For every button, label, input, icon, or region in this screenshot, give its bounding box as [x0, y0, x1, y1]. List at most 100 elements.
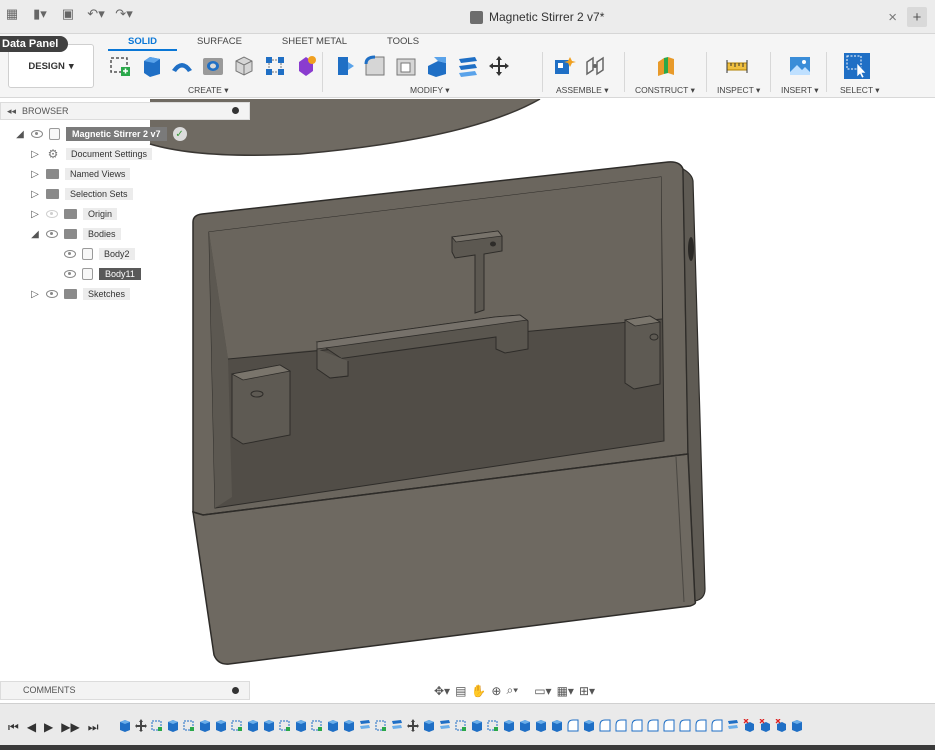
tab-surface[interactable]: SURFACE [177, 35, 262, 51]
press-pull-icon[interactable] [330, 52, 357, 79]
measure-icon[interactable] [723, 52, 750, 79]
3d-viewport[interactable] [0, 99, 935, 679]
hole-icon[interactable] [199, 52, 226, 79]
browser-panel-header[interactable]: ◂◂ BROWSER [0, 102, 250, 120]
timeline-feature-icon[interactable] [614, 718, 627, 732]
display-settings-icon[interactable]: ▭▾ [534, 684, 551, 698]
tree-item-named-views[interactable]: ▷ Named Views [30, 166, 131, 182]
create-sketch-icon[interactable] [106, 52, 133, 79]
new-component-icon[interactable] [550, 52, 577, 79]
pan-icon[interactable]: ✋ [471, 684, 486, 698]
tree-root[interactable]: ◢ Magnetic Stirrer 2 v7 ✓ [15, 126, 187, 142]
comments-panel[interactable]: COMMENTS [0, 681, 250, 700]
rectangular-pattern-icon[interactable] [261, 52, 288, 79]
close-tab-button[interactable]: × [888, 9, 897, 26]
assemble-group-label[interactable]: ASSEMBLE ▾ [556, 85, 608, 96]
visibility-eye-icon[interactable] [46, 210, 58, 218]
timeline-feature-icon[interactable] [742, 718, 755, 732]
data-panel-button[interactable]: Data Panel [0, 36, 69, 52]
timeline-feature-icon[interactable] [694, 718, 707, 732]
new-tab-button[interactable]: + [907, 7, 927, 27]
timeline-feature-icon[interactable] [246, 718, 259, 732]
visibility-eye-icon[interactable] [46, 290, 58, 298]
timeline-feature-icon[interactable] [134, 718, 147, 732]
grid-snaps-icon[interactable]: ▦▾ [557, 684, 574, 698]
box-icon[interactable] [230, 52, 257, 79]
timeline-feature-icon[interactable] [630, 718, 643, 732]
modify-group-label[interactable]: MODIFY ▾ [410, 85, 450, 96]
tree-item-origin[interactable]: ▷ Origin [30, 206, 118, 222]
tree-item-body11[interactable]: Body11 [64, 266, 141, 282]
timeline-feature-icon[interactable] [358, 718, 371, 732]
timeline-feature-icon[interactable] [502, 718, 515, 732]
timeline-feature-icon[interactable] [294, 718, 307, 732]
viewports-icon[interactable]: ⊞▾ [579, 684, 595, 698]
timeline-feature-icon[interactable] [550, 718, 563, 732]
timeline-feature-icon[interactable] [406, 718, 419, 732]
fillet-icon[interactable] [361, 52, 388, 79]
collapse-browser-icon[interactable]: ◂◂ [7, 106, 16, 117]
timeline-feature-icon[interactable] [198, 718, 211, 732]
visibility-eye-icon[interactable] [31, 130, 43, 138]
tree-item-sketches[interactable]: ▷ Sketches [30, 286, 131, 302]
zoom-icon[interactable]: ⊕ [491, 684, 501, 698]
undo-icon[interactable]: ↶▾ [87, 6, 104, 22]
timeline-feature-icon[interactable] [422, 718, 435, 732]
timeline-feature-icon[interactable] [166, 718, 179, 732]
timeline-feature-icon[interactable] [262, 718, 275, 732]
timeline-feature-icon[interactable] [790, 718, 803, 732]
collapsed-triangle-icon[interactable]: ▷ [30, 209, 40, 220]
inspect-group-label[interactable]: INSPECT ▾ [717, 85, 760, 96]
expanded-triangle-icon[interactable]: ◢ [15, 129, 25, 140]
collapsed-triangle-icon[interactable]: ▷ [30, 169, 40, 180]
visibility-eye-icon[interactable] [46, 230, 58, 238]
timeline-feature-icon[interactable] [390, 718, 403, 732]
save-icon[interactable]: ▣ [60, 6, 76, 22]
extrude-icon[interactable] [137, 52, 164, 79]
pin-icon[interactable] [232, 107, 239, 114]
timeline-feature-icon[interactable] [326, 718, 339, 732]
timeline-feature-icon[interactable] [454, 718, 467, 732]
tab-sheet-metal[interactable]: SHEET METAL [262, 35, 367, 51]
timeline-feature-icon[interactable] [678, 718, 691, 732]
file-icon[interactable]: ▮▾ [32, 6, 48, 22]
insert-group-label[interactable]: INSERT ▾ [781, 85, 819, 96]
timeline-feature-icon[interactable] [518, 718, 531, 732]
timeline-feature-icon[interactable] [710, 718, 723, 732]
create-form-icon[interactable] [292, 52, 319, 79]
timeline-feature-icon[interactable] [726, 718, 739, 732]
timeline-feature-icon[interactable] [566, 718, 579, 732]
step-back-icon[interactable]: ◀ [27, 720, 36, 735]
select-icon[interactable] [843, 52, 870, 79]
go-to-end-icon[interactable]: ⏭ [88, 720, 99, 735]
timeline-feature-icon[interactable] [278, 718, 291, 732]
visibility-eye-icon[interactable] [64, 270, 76, 278]
offset-plane-icon[interactable] [652, 52, 679, 79]
pin-icon[interactable] [232, 687, 239, 694]
joint-icon[interactable] [581, 52, 608, 79]
visibility-eye-icon[interactable] [64, 250, 76, 258]
timeline-feature-icon[interactable] [758, 718, 771, 732]
timeline-feature-icon[interactable] [470, 718, 483, 732]
shell-icon[interactable] [423, 52, 450, 79]
tree-item-body2[interactable]: Body2 [64, 246, 135, 262]
collapsed-triangle-icon[interactable]: ▷ [30, 149, 40, 160]
timeline-feature-icon[interactable] [150, 718, 163, 732]
timeline-feature-icon[interactable] [214, 718, 227, 732]
collapsed-triangle-icon[interactable]: ▷ [30, 289, 40, 300]
look-at-icon[interactable]: ▤ [455, 684, 466, 698]
timeline-feature-icon[interactable] [582, 718, 595, 732]
tab-tools[interactable]: TOOLS [367, 35, 439, 51]
fit-icon[interactable]: ⌕▾ [506, 683, 518, 698]
timeline-feature-icon[interactable] [310, 718, 323, 732]
expanded-triangle-icon[interactable]: ◢ [30, 229, 40, 240]
select-group-label[interactable]: SELECT ▾ [840, 85, 880, 96]
step-forward-icon[interactable]: ▶▶ [61, 720, 79, 735]
timeline-feature-icon[interactable] [342, 718, 355, 732]
revolve-icon[interactable] [168, 52, 195, 79]
orbit-icon[interactable]: ✥▾ [434, 684, 450, 698]
play-icon[interactable]: ▶ [44, 720, 53, 735]
construct-group-label[interactable]: CONSTRUCT ▾ [635, 85, 695, 96]
tab-solid[interactable]: SOLID [108, 35, 178, 51]
timeline-feature-icon[interactable] [230, 718, 243, 732]
